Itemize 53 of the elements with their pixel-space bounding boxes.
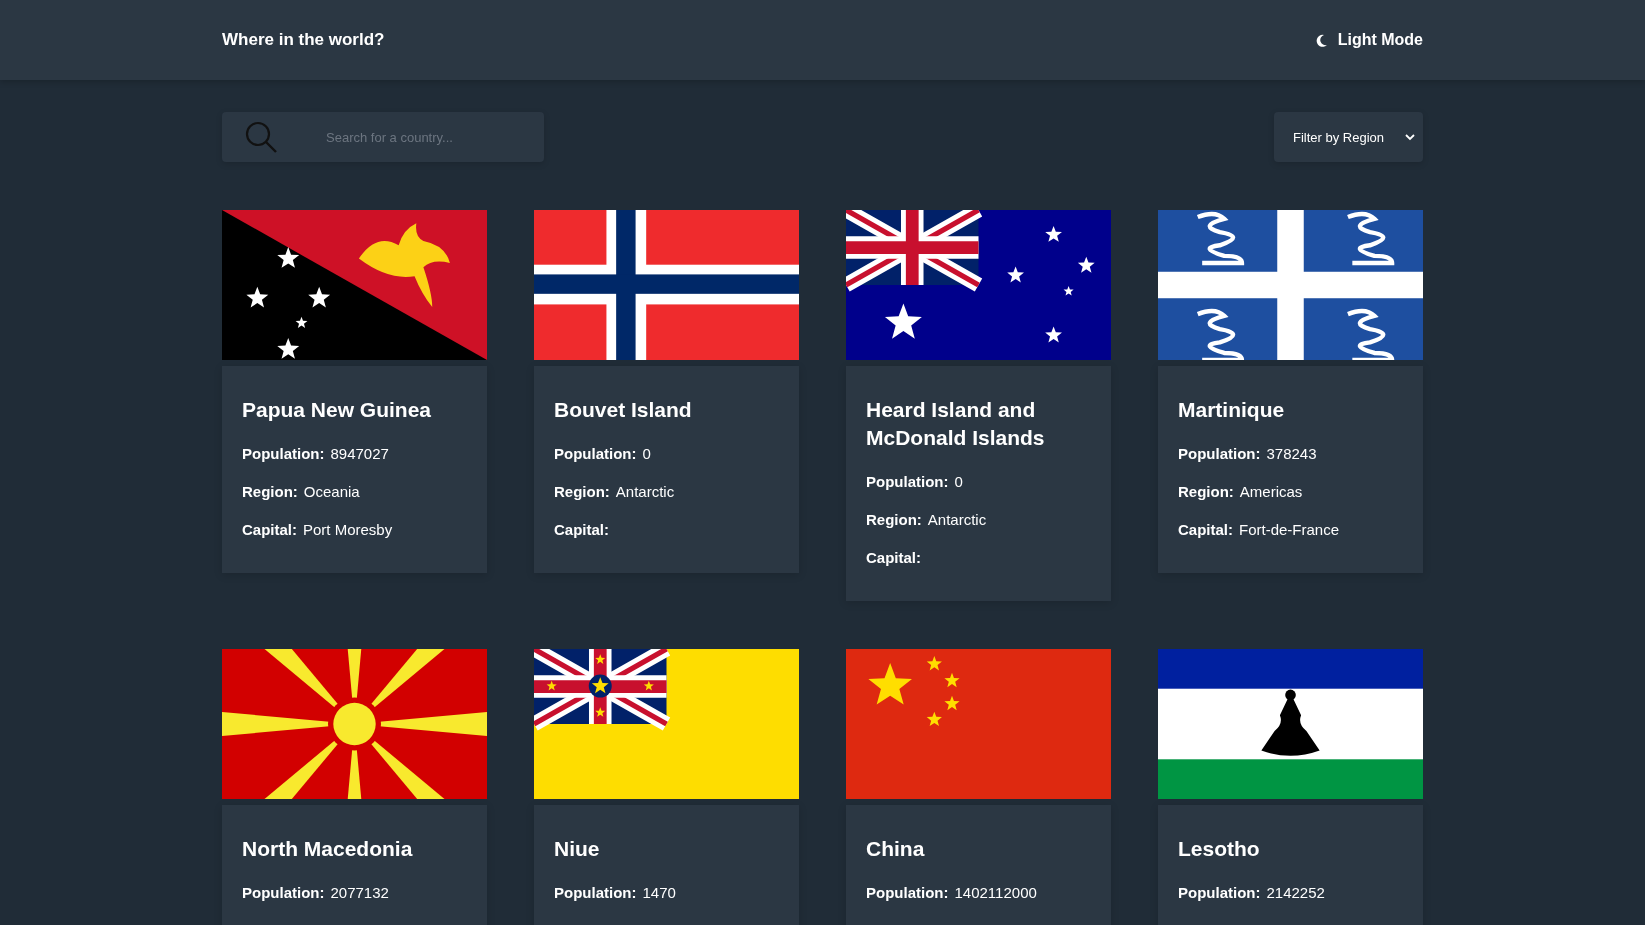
field-value: Antarctic (615, 483, 675, 500)
light-mode-toggle[interactable]: Light Mode (1315, 31, 1423, 49)
country-name: Niue (554, 836, 601, 862)
country-card[interactable]: Bouvet Island Population: 0 Region: Antarctic Capital: (534, 366, 799, 573)
country-card[interactable]: North Macedonia Population: 2077132 (222, 805, 487, 925)
country-card[interactable]: Lesotho Population: 2142252 (1158, 805, 1423, 925)
field-value: Port Moresby (303, 521, 393, 538)
search-icon (244, 120, 278, 154)
region-filter-dropdown[interactable]: Filter by Region (1274, 112, 1423, 162)
field-label: Population: (554, 884, 637, 901)
field-label: Region: (242, 483, 298, 500)
field-label: Population: (866, 473, 949, 490)
country-name: China (866, 836, 926, 862)
country-name: Bouvet Island (554, 397, 693, 423)
field-label: Population: (554, 445, 637, 462)
field-value: 8947027 (330, 445, 389, 462)
field-label: Population: (1178, 445, 1261, 462)
field-label: Capital: (866, 549, 921, 566)
field-value: Americas (1239, 483, 1303, 500)
field-value: Antarctic (927, 511, 987, 528)
field-label: Region: (866, 511, 922, 528)
field-value: 378243 (1266, 445, 1317, 462)
field-value: Fort-de-France (1239, 521, 1340, 538)
field-label: Population: (866, 884, 949, 901)
field-label: Population: (242, 884, 325, 901)
field-value: 2077132 (330, 884, 389, 901)
field-label: Capital: (554, 521, 609, 538)
country-name: Lesotho (1178, 836, 1261, 862)
field-label: Capital: (242, 521, 297, 538)
country-name: Heard Island and McDonald Islands (866, 397, 1046, 451)
field-value: 0 (954, 473, 963, 490)
field-value: 1470 (642, 884, 676, 901)
field-label: Region: (554, 483, 610, 500)
country-card[interactable]: Niue Population: 1470 (534, 805, 799, 925)
search-field[interactable]: Search for a country... (222, 112, 544, 162)
field-value: Oceania (303, 483, 360, 500)
country-name: Papua New Guinea (242, 397, 433, 423)
field-label: Population: (242, 445, 325, 462)
field-label: Region: (1178, 483, 1234, 500)
site-title: Where in the world? (222, 30, 385, 50)
moon-icon (1315, 33, 1328, 47)
country-card[interactable]: Heard Island and McDonald Islands Population: 0 Region: Antarctic Capital: (846, 366, 1111, 601)
field-value: 1402112000 (954, 884, 1037, 901)
field-label: Capital: (1178, 521, 1233, 538)
country-card[interactable]: Papua New Guinea Population: 8947027 Region: Oceania Capital: Port Moresby (222, 366, 487, 573)
country-card[interactable]: Martinique Population: 378243 Region: Americas Capital: Fort-de-France (1158, 366, 1423, 573)
country-card[interactable]: China Population: 1402112000 (846, 805, 1111, 925)
field-value: 0 (642, 445, 651, 462)
field-value: 2142252 (1266, 884, 1325, 901)
chevron-down-icon (1405, 133, 1415, 141)
field-label: Population: (1178, 884, 1261, 901)
country-name: North Macedonia (242, 836, 414, 862)
country-name: Martinique (1178, 397, 1286, 423)
